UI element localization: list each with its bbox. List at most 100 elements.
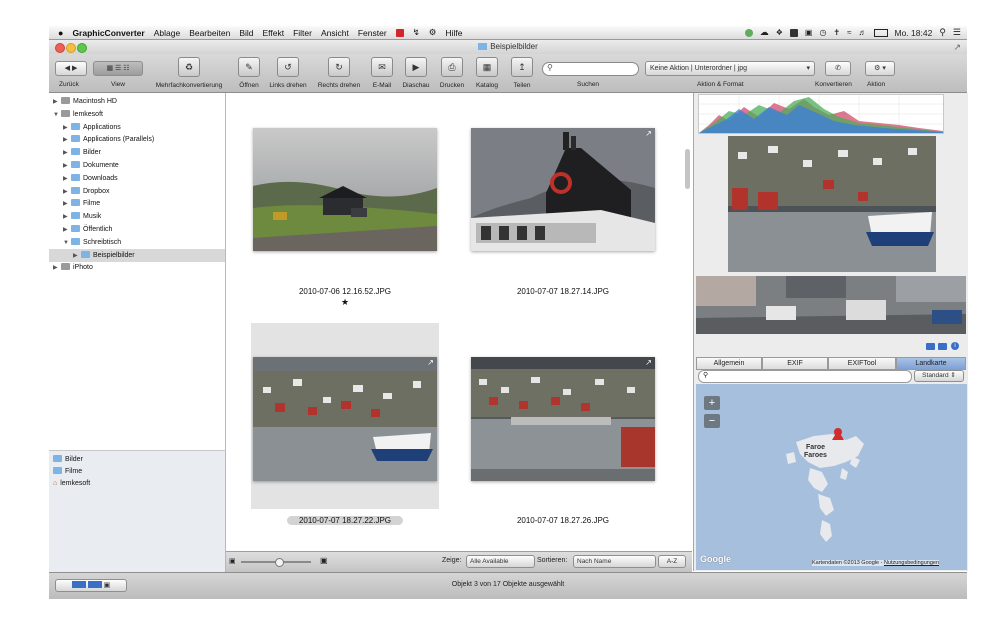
dropbox-icon[interactable]: ❖ [776,28,783,37]
map-place-label: Faroes [804,452,827,459]
apple-menu-icon[interactable]: ● [58,28,63,38]
map-search-field[interactable]: ⚲ [698,370,912,383]
disclosure-collapsed-icon[interactable]: ▶ [53,262,61,275]
catalog-button[interactable]: ▦ Katalog [471,57,503,89]
map-style-select[interactable]: Standard ⇕ [914,370,964,382]
wifi-icon[interactable]: ≈ [847,28,851,37]
sidebar-tree-item[interactable]: ▶ Dokumente [49,159,225,172]
menu-hilfe[interactable]: Hilfe [445,28,462,38]
sidebar-tree-item[interactable]: ▶ Filme [49,197,225,210]
convert-button[interactable]: ✆ [825,61,851,76]
expand-icon[interactable]: ↗ [645,358,652,367]
app-badge-icon[interactable] [395,28,404,37]
menu-app-name[interactable]: GraphicConverter [72,28,144,38]
scrollbar[interactable] [685,149,690,189]
email-button[interactable]: ✉ E-Mail [367,57,397,89]
sidebar-tree-item[interactable]: ▶ Downloads [49,172,225,185]
sidebar-tree-item[interactable]: ▶ Macintosh HD [49,95,225,108]
show-filter-select[interactable]: Alle Available [466,555,535,568]
thumbnail-image[interactable]: ↗ [471,357,655,481]
folder-icon [53,455,62,462]
back-forward-control[interactable]: ◀ ▶ [55,61,87,76]
menu-ablage[interactable]: Ablage [154,28,180,38]
bluetooth-icon[interactable]: ✝ [833,28,840,37]
favorite-item[interactable]: ⌂ lemkesoft [53,477,90,490]
image-browser: 2010-07-06 12.16.52.JPG ★ ↗ 2010-07-07 1… [226,93,692,551]
sidebar-item-label: Dokumente [83,162,119,169]
folder-icon [71,199,80,207]
batch-convert-button[interactable]: ♻ Mehrfachkonvertierung [149,57,229,89]
spotlight-icon[interactable]: ⚲ [939,27,946,38]
cloud-icon[interactable]: ☁ [760,27,769,38]
battery-status-icon[interactable] [789,28,798,37]
filmstrip[interactable] [696,276,966,334]
share-button[interactable]: ↥ Teilen [507,57,537,89]
thumbnail-image[interactable]: ↗ [253,357,437,481]
expand-icon[interactable]: ↗ [645,129,652,138]
file-name-selected[interactable]: 2010-07-07 18.27.22.JPG [287,516,403,525]
map-terms-link[interactable]: Nutzungsbedingungen [884,560,939,566]
expand-icon[interactable]: ↗ [427,358,434,367]
action-menu-button[interactable]: ⚙ ▾ [865,61,895,76]
sidebar-tree-item[interactable]: ▶ Dropbox [49,185,225,198]
search-input[interactable] [556,64,632,73]
bolt-icon[interactable]: ↯ [413,27,420,38]
rotate-right-button[interactable]: ↻ Rechts drehen [314,57,364,89]
menu-ansicht[interactable]: Ansicht [321,28,349,38]
zoom-window-button[interactable] [77,43,87,53]
battery-icon[interactable] [873,28,888,37]
search-field[interactable]: ⚲ [542,62,639,76]
menu-bild[interactable]: Bild [239,28,253,38]
print-button[interactable]: ⎙ Drucken [435,57,469,89]
sort-order-select[interactable]: A-Z [658,555,686,568]
view-mode-control[interactable]: ▦ ☰ ☷ [93,61,143,76]
display-icon[interactable]: ▣ [805,28,813,37]
menu-filter[interactable]: Filter [293,28,312,38]
thumbnail-image[interactable] [253,128,437,251]
slideshow-button[interactable]: ▶ Diaschau [399,57,433,89]
sidebar-item-label: Dropbox [83,187,110,195]
sidebar-tree-item[interactable]: ▶ Musik [49,210,225,223]
open-button[interactable]: ✎ Öffnen [234,57,264,89]
menu-bearbeiten[interactable]: Bearbeiten [189,28,230,38]
thumbnail-size-slider[interactable] [241,558,311,567]
gear-menu-icon[interactable]: ⚙ [429,27,437,38]
menu-effekt[interactable]: Effekt [263,28,285,38]
tab-allgemein[interactable]: Allgemein [696,357,762,370]
action-format-select[interactable]: Keine Aktion | Unterordner | jpg ▾ [645,61,815,76]
sidebar-tree-item[interactable]: ▶ Applications [49,121,225,134]
sidebar-tree-item[interactable]: ▶ Applications (Parallels) [49,133,225,146]
map-view-icon[interactable] [926,343,935,350]
tab-landkarte[interactable]: Landkarte [896,357,966,370]
volume-icon[interactable]: ♬ [859,28,867,37]
file-name[interactable]: 2010-07-06 12.16.52.JPG [253,287,437,296]
file-name[interactable]: 2010-07-07 18.27.26.JPG [471,516,655,525]
histogram-graph [699,95,943,133]
clock[interactable]: Mo. 18:42 [895,28,933,38]
thumb-view-icon[interactable] [938,343,947,350]
sidebar-tree-item[interactable]: ▶ Beispielbilder [49,248,225,262]
notification-center-icon[interactable]: ☰ [953,27,961,38]
fullscreen-icon[interactable]: ↗ [953,40,961,54]
rotate-left-button[interactable]: ↺ Links drehen [265,57,311,89]
sidebar-tree-item[interactable]: ▶ Öffentlich [49,223,225,236]
minimize-window-button[interactable] [66,43,76,53]
info-icon[interactable]: i [951,342,959,350]
tab-exif[interactable]: EXIF [762,357,828,370]
menu-fenster[interactable]: Fenster [358,28,387,38]
tab-exiftool[interactable]: EXIFTool [828,357,896,370]
close-window-button[interactable] [55,43,65,53]
file-name[interactable]: 2010-07-07 18.27.14.JPG [471,287,655,296]
sidebar-tree-item[interactable]: ▶ Bilder [49,146,225,159]
map-view[interactable]: + − Faroe Faroes Google Kartendaten ©201… [696,384,967,570]
filmstrip-photo [696,276,966,334]
sidebar-tree-item[interactable]: ▶ iPhoto [49,261,225,274]
thumbnail-image[interactable]: ↗ [471,128,655,251]
sidebar-tree-item[interactable]: ▼ Schreibtisch [49,236,225,249]
catalog-icon: ▦ [476,57,498,77]
sidebar-tree-item[interactable]: ▼ lemkesoft [49,108,225,121]
sort-select[interactable]: Nach Name [573,555,656,568]
slider-knob[interactable] [275,558,284,567]
sync-icon[interactable] [744,28,753,37]
time-machine-icon[interactable]: ◷ [819,28,826,37]
